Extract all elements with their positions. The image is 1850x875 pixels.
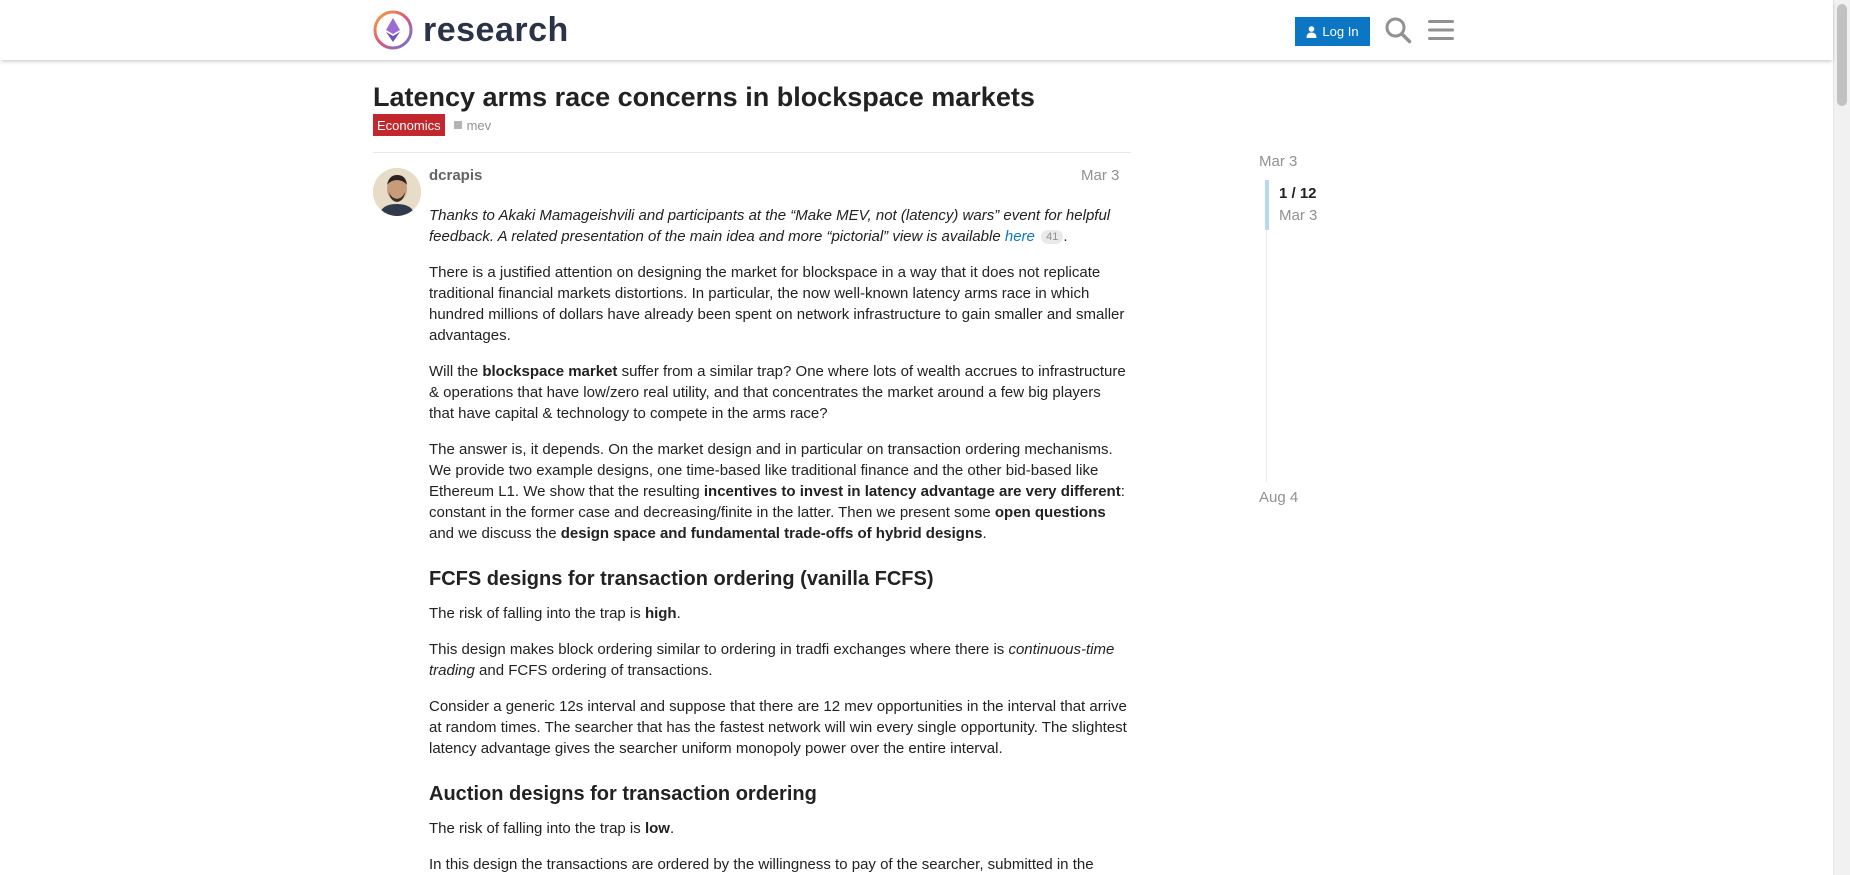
p3-text-e: and we discuss the — [429, 525, 561, 542]
paragraph-7: The risk of falling into the trap is low… — [429, 818, 1129, 839]
user-icon — [1306, 25, 1317, 38]
paragraph-3: The answer is, it depends. On the market… — [429, 439, 1129, 544]
timeline-end-date[interactable]: Aug 4 — [1259, 489, 1298, 506]
p2-text: Will the — [429, 363, 483, 380]
paragraph-4: The risk of falling into the trap is hig… — [429, 603, 1129, 624]
ethereum-logo-icon — [373, 10, 413, 50]
tag-square-icon — [453, 121, 462, 129]
paragraph-5: This design makes block ordering similar… — [429, 639, 1129, 681]
p7-bold: low — [644, 820, 670, 837]
paragraph-8: In this design the transactions are orde… — [429, 856, 1094, 873]
topic-tags: Economics mev — [373, 114, 491, 136]
heading-fcfs: FCFS designs for transaction ordering (v… — [429, 568, 934, 590]
intro-end: . — [1063, 228, 1068, 245]
presentation-link[interactable]: here — [1005, 228, 1035, 245]
post-date[interactable]: Mar 3 — [1081, 167, 1119, 184]
p4-text: The risk of falling into the trap is — [429, 605, 645, 622]
topic-title[interactable]: Latency arms race concerns in blockspace… — [373, 82, 1035, 113]
heading-auction: Auction designs for transaction ordering — [429, 783, 817, 805]
site-logo[interactable]: research — [373, 10, 569, 50]
login-label: Log In — [1322, 24, 1359, 39]
timeline-position: 1 / 12 — [1279, 185, 1317, 202]
hamburger-menu-icon[interactable] — [1425, 14, 1457, 46]
timeline-start-date[interactable]: Mar 3 — [1259, 153, 1297, 170]
p5-end: and FCFS ordering of transactions. — [474, 662, 713, 679]
avatar[interactable] — [373, 168, 421, 216]
p7-text: The risk of falling into the trap is — [429, 820, 645, 837]
p3-bold-b: incentives to invest in latency advantag… — [703, 483, 1121, 500]
category-badge[interactable]: Economics — [373, 114, 445, 136]
paragraph-2: Will the blockspace market suffer from a… — [429, 361, 1129, 424]
p7-end: . — [669, 820, 675, 837]
paragraph-1: There is a justified attention on design… — [429, 264, 1125, 344]
scrollbar-thumb[interactable] — [1837, 4, 1847, 106]
title-divider — [373, 152, 1131, 153]
search-icon[interactable] — [1382, 14, 1414, 46]
p4-bold: high — [644, 605, 677, 622]
timeline-position-date: Mar 3 — [1279, 207, 1318, 224]
p5-text: This design makes block ordering similar… — [429, 641, 1009, 658]
p3-text-g: . — [982, 525, 987, 542]
site-header: research Log In — [0, 0, 1833, 60]
user-avatar-icon — [373, 168, 421, 216]
paragraph-6: Consider a generic 12s interval and supp… — [429, 698, 1127, 757]
tag-label: mev — [466, 117, 492, 133]
p2-bold: blockspace market — [482, 363, 618, 380]
login-button[interactable]: Log In — [1295, 17, 1370, 46]
page-scrollbar[interactable] — [1833, 0, 1850, 875]
post-username[interactable]: dcrapis — [429, 167, 482, 184]
p3-bold-f: design space and fundamental trade-offs … — [560, 525, 983, 542]
p3-bold-d: open questions — [994, 504, 1106, 521]
post-intro: Thanks to Akaki Mamageishvili and partic… — [429, 205, 1129, 247]
post-body: Thanks to Akaki Mamageishvili and partic… — [429, 205, 1129, 875]
logo-text: research — [423, 10, 569, 49]
timeline-handle[interactable] — [1265, 180, 1269, 230]
link-click-count: 41 — [1041, 230, 1064, 244]
p4-end: . — [676, 605, 681, 622]
tag-mev[interactable]: mev — [453, 117, 492, 133]
